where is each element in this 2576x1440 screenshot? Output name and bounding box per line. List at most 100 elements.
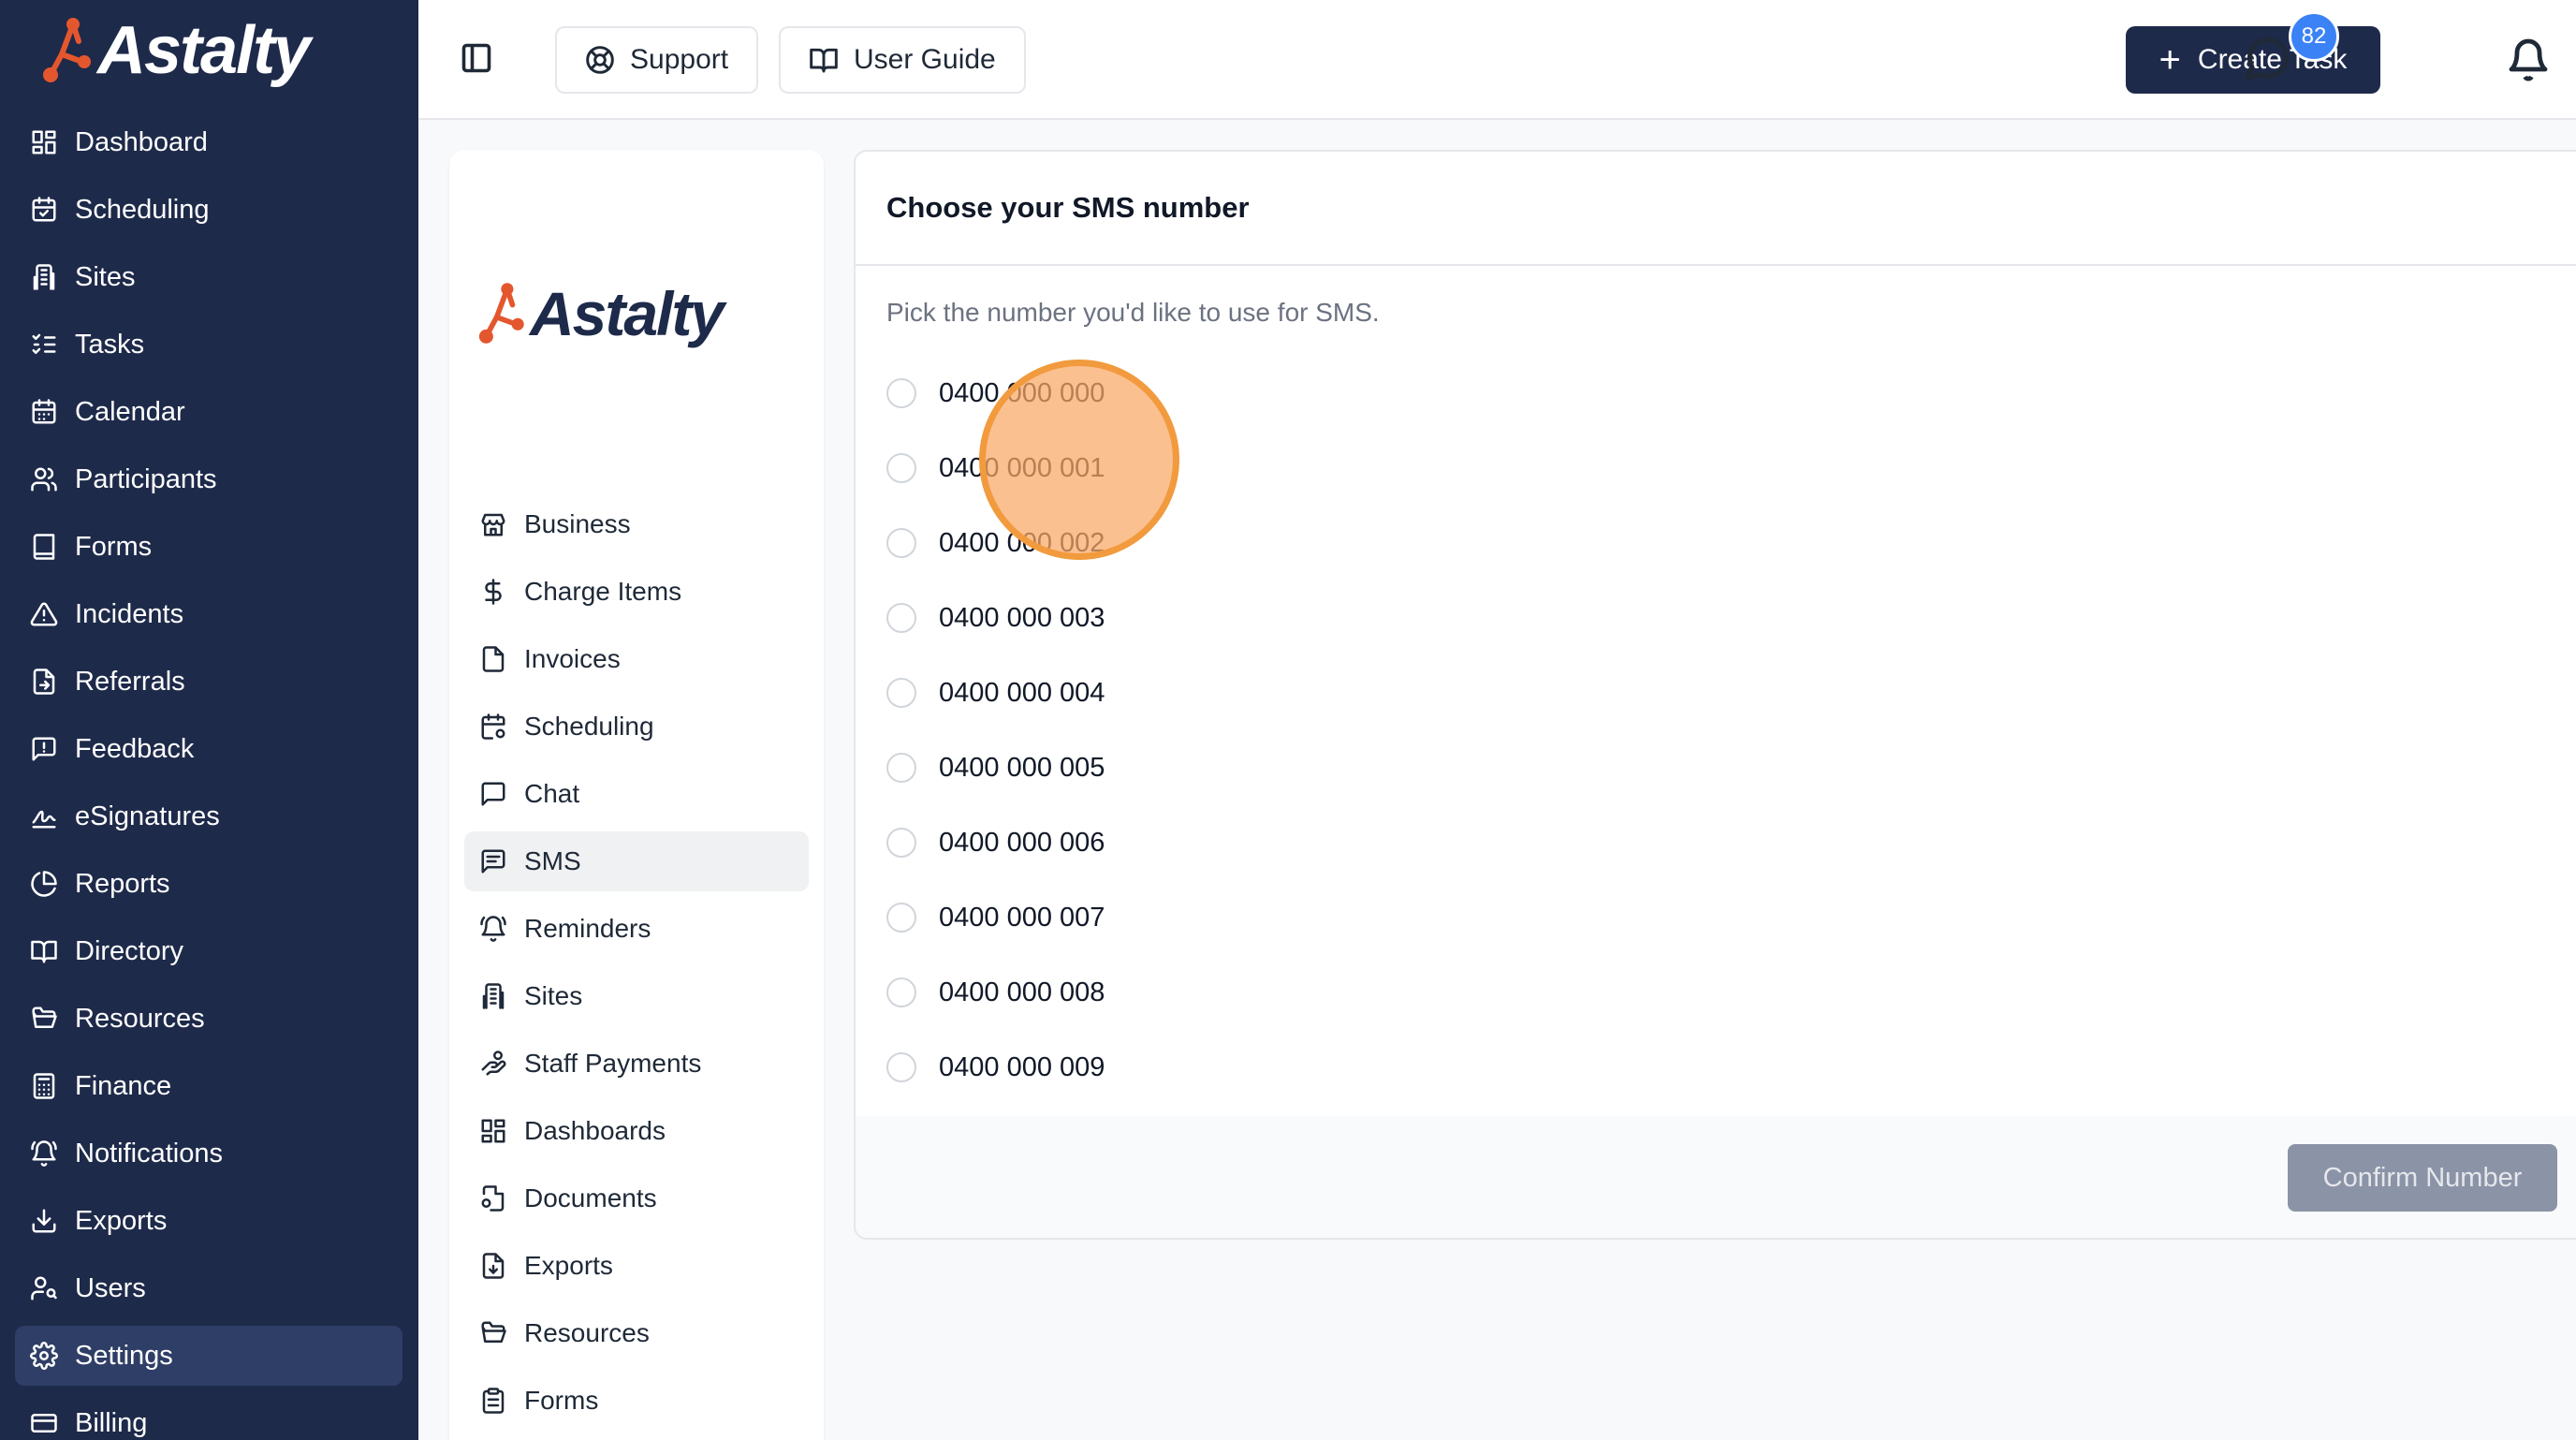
hand-coins-icon (479, 1050, 507, 1078)
settings-item-business[interactable]: Business (464, 494, 809, 554)
nav-item-forms[interactable]: Forms (15, 517, 402, 577)
main-nav: Dashboard Scheduling Sites Tasks Calenda… (15, 112, 402, 1440)
nav-item-label: Sites (75, 261, 136, 292)
logo-mark-icon (43, 18, 91, 82)
nav-item-directory[interactable]: Directory (15, 921, 402, 981)
sms-number-label: 0400 000 005 (939, 752, 1105, 783)
chat-bubble-icon (2245, 37, 2290, 81)
settings-item-chat[interactable]: Chat (464, 764, 809, 824)
settings-item-label: Scheduling (524, 712, 654, 741)
book-icon (30, 533, 58, 561)
settings-item-label: Reminders (524, 914, 651, 943)
settings-item-exports[interactable]: Exports (464, 1236, 809, 1296)
settings-item-label: Business (524, 509, 631, 538)
calendar-check-icon (30, 196, 58, 224)
settings-item-label: Sites (524, 981, 583, 1010)
settings-item-reminders[interactable]: Reminders (464, 899, 809, 959)
nav-item-reports[interactable]: Reports (15, 854, 402, 914)
nav-item-scheduling[interactable]: Scheduling (15, 180, 402, 240)
nav-item-referrals[interactable]: Referrals (15, 652, 402, 712)
settings-item-sms[interactable]: SMS (464, 831, 809, 891)
settings-item-forms[interactable]: Forms (464, 1371, 809, 1431)
nav-item-settings[interactable]: Settings (15, 1326, 402, 1386)
confirm-number-button[interactable]: Confirm Number (2288, 1144, 2557, 1212)
sms-number-label: 0400 000 009 (939, 1051, 1105, 1082)
nav-item-calendar[interactable]: Calendar (15, 382, 402, 442)
radio-button[interactable] (886, 453, 916, 483)
user-guide-label: User Guide (854, 44, 996, 75)
brand-logo[interactable]: Astalty (41, 13, 311, 88)
nav-item-tasks[interactable]: Tasks (15, 315, 402, 375)
settings-item-label: Charge Items (524, 577, 682, 606)
radio-button[interactable] (886, 378, 916, 408)
nav-item-label: Resources (75, 1003, 205, 1034)
nav-item-users[interactable]: Users (15, 1258, 402, 1318)
settings-item-documents[interactable]: Documents (464, 1168, 809, 1228)
sms-number-option[interactable]: 0400 000 004 (886, 655, 1105, 730)
nav-item-label: Settings (75, 1340, 173, 1371)
settings-item-label: Documents (524, 1183, 657, 1212)
settings-item-label: Invoices (524, 644, 621, 673)
radio-button[interactable] (886, 528, 916, 558)
nav-item-esignatures[interactable]: eSignatures (15, 786, 402, 846)
sms-number-option[interactable]: 0400 000 008 (886, 955, 1105, 1030)
nav-item-incidents[interactable]: Incidents (15, 584, 402, 644)
radio-button[interactable] (886, 977, 916, 1007)
sidebar-toggle-icon[interactable] (460, 41, 493, 75)
sms-number-label: 0400 000 007 (939, 902, 1105, 933)
radio-button[interactable] (886, 603, 916, 633)
settings-item-staff-payments[interactable]: Staff Payments (464, 1034, 809, 1094)
settings-item-sites[interactable]: Sites (464, 966, 809, 1026)
nav-item-finance[interactable]: Finance (15, 1056, 402, 1116)
nav-item-label: Reports (75, 868, 170, 899)
building-icon (30, 263, 58, 291)
sms-number-option[interactable]: 0400 000 003 (886, 580, 1105, 655)
settings-item-label: Dashboards (524, 1116, 666, 1145)
sms-number-option[interactable]: 0400 000 007 (886, 880, 1105, 955)
nav-item-dashboard[interactable]: Dashboard (15, 112, 402, 172)
settings-item-label: SMS (524, 846, 581, 875)
user-guide-button[interactable]: User Guide (779, 26, 1026, 94)
radio-button[interactable] (886, 828, 916, 858)
settings-item-dashboards[interactable]: Dashboards (464, 1101, 809, 1161)
nav-item-exports[interactable]: Exports (15, 1191, 402, 1251)
nav-item-notifications[interactable]: Notifications (15, 1124, 402, 1183)
nav-item-participants[interactable]: Participants (15, 449, 402, 509)
gear-icon (30, 1342, 58, 1370)
sms-number-option[interactable]: 0400 000 005 (886, 730, 1105, 805)
sms-number-label: 0400 000 008 (939, 977, 1105, 1007)
nav-item-sites[interactable]: Sites (15, 247, 402, 307)
settings-item-charge-items[interactable]: Charge Items (464, 562, 809, 622)
radio-button[interactable] (886, 1052, 916, 1082)
grid-icon (30, 128, 58, 156)
settings-item-label: Resources (524, 1318, 650, 1347)
sms-number-option[interactable]: 0400 000 009 (886, 1030, 1105, 1105)
chat-unread-badge: 82 (2289, 11, 2339, 62)
store-icon (479, 510, 507, 538)
card-description: Pick the number you'd like to use for SM… (886, 298, 1380, 327)
card-title: Choose your SMS number (856, 152, 2576, 266)
click-indicator (979, 360, 1179, 560)
notifications-bell-icon[interactable] (2506, 36, 2551, 84)
sms-number-card: Choose your SMS number Pick the number y… (854, 150, 2576, 1240)
settings-item-resources[interactable]: Resources (464, 1303, 809, 1363)
nav-item-label: Scheduling (75, 194, 210, 225)
settings-item-scheduling[interactable]: Scheduling (464, 697, 809, 757)
radio-button[interactable] (886, 678, 916, 708)
radio-button[interactable] (886, 903, 916, 933)
nav-item-label: Directory (75, 935, 184, 966)
file-download-icon (479, 1252, 507, 1280)
nav-item-label: Dashboard (75, 126, 208, 157)
nav-item-feedback[interactable]: Feedback (15, 719, 402, 779)
sms-number-option[interactable]: 0400 000 006 (886, 805, 1105, 880)
nav-item-resources[interactable]: Resources (15, 989, 402, 1049)
bell-ring-icon (30, 1139, 58, 1168)
sms-number-label: 0400 000 004 (939, 677, 1105, 708)
nav-item-label: Participants (75, 463, 217, 494)
nav-item-billing[interactable]: Billing (15, 1393, 402, 1440)
settings-item-invoices[interactable]: Invoices (464, 629, 809, 689)
support-button[interactable]: Support (555, 26, 759, 94)
grid-icon (479, 1117, 507, 1145)
nav-item-label: Incidents (75, 598, 184, 629)
radio-button[interactable] (886, 753, 916, 783)
